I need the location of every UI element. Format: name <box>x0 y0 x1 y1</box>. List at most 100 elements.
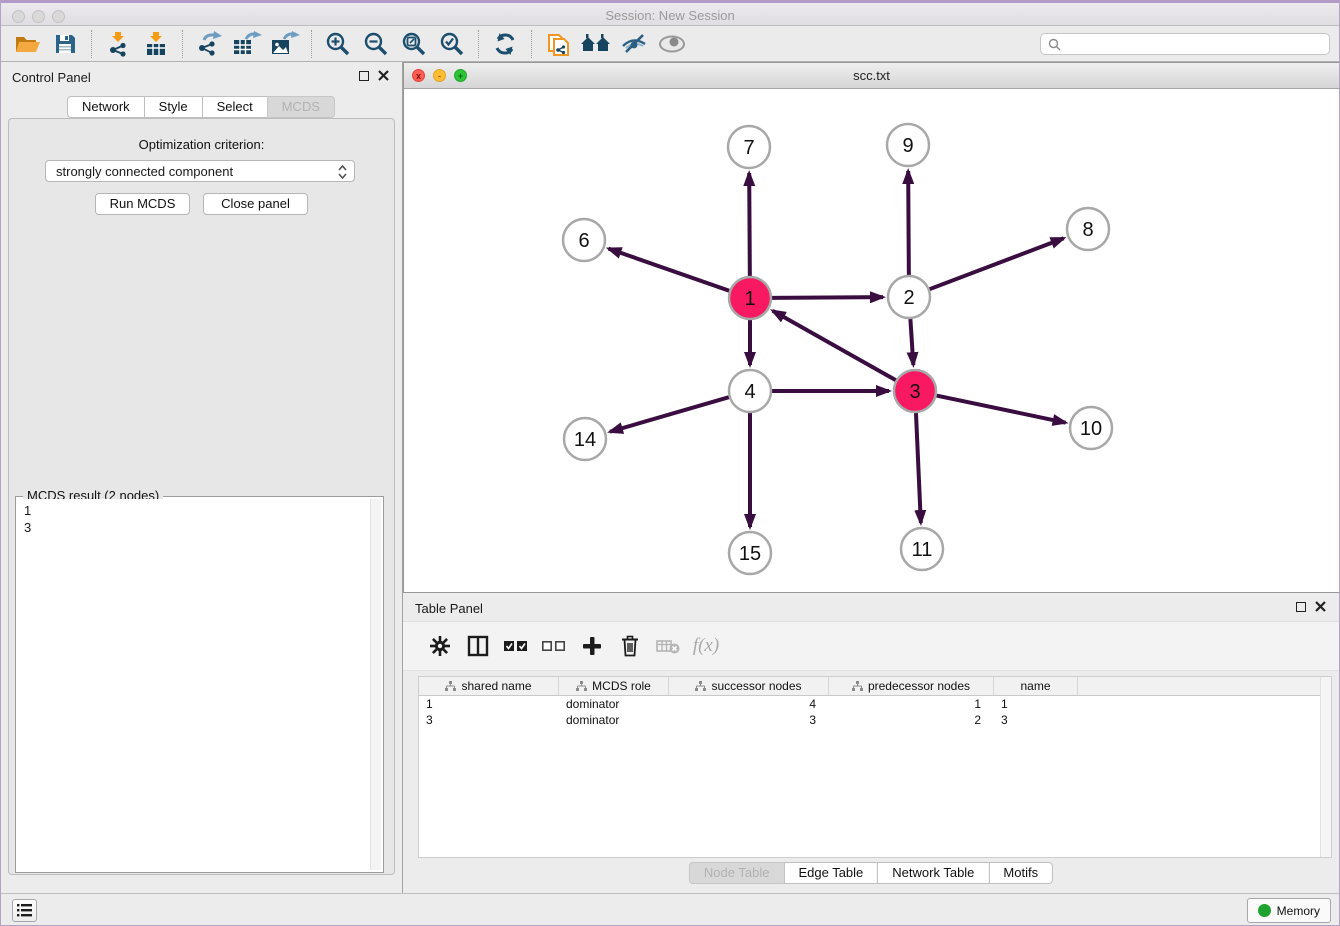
run-mcds-button[interactable]: Run MCDS <box>95 193 190 215</box>
toolbar-separator <box>531 30 532 58</box>
column-header-name[interactable]: name <box>994 677 1078 695</box>
chevron-up-down-icon <box>338 164 347 180</box>
column-header-label: successor nodes <box>711 679 801 693</box>
mcds-result-text[interactable]: 1 3 <box>18 499 370 870</box>
minimize-window-icon[interactable]: - <box>433 69 446 82</box>
cell-shared-name[interactable]: 1 <box>419 696 559 712</box>
mcds-result-box: MCDS result (2 nodes) 1 3 <box>15 496 384 873</box>
close-panel-icon[interactable] <box>378 70 389 81</box>
import-network-icon[interactable] <box>99 28 137 60</box>
tab-motifs[interactable]: Motifs <box>988 862 1053 884</box>
graph-node-1[interactable]: 1 <box>729 277 771 319</box>
table-row[interactable]: 3dominator323 <box>419 712 1331 728</box>
cell-MCDS-role[interactable]: dominator <box>559 712 669 728</box>
graph-node-14[interactable]: 14 <box>564 418 606 460</box>
edge-1-7[interactable] <box>749 173 750 276</box>
graph-node-9[interactable]: 9 <box>887 124 929 166</box>
settings-gear-icon[interactable] <box>421 629 459 663</box>
tab-network[interactable]: Network <box>67 96 145 118</box>
delete-column-icon[interactable] <box>611 629 649 663</box>
close-table-panel-icon[interactable] <box>1315 601 1326 612</box>
search-box[interactable] <box>1040 33 1330 55</box>
first-neighbors-icon[interactable] <box>577 28 615 60</box>
edge-1-6[interactable] <box>609 249 730 291</box>
show-all-icon[interactable] <box>653 28 691 60</box>
criterion-dropdown[interactable]: strongly connected component <box>45 160 355 182</box>
control-panel-tabs: NetworkStyleSelectMCDS <box>67 96 335 118</box>
column-selector-icon[interactable] <box>459 629 497 663</box>
graph-node-15[interactable]: 15 <box>729 532 771 574</box>
export-image-icon[interactable] <box>266 28 304 60</box>
network-canvas[interactable]: 7 9 6 8 1 2 4 3 14 10 15 11 <box>404 89 1339 592</box>
zoom-in-icon[interactable] <box>319 28 357 60</box>
toolbar-separator <box>478 30 479 58</box>
table-row[interactable]: 1dominator411 <box>419 696 1331 712</box>
export-network-icon[interactable] <box>190 28 228 60</box>
graph-node-4[interactable]: 4 <box>729 370 771 412</box>
float-table-panel-icon[interactable] <box>1296 602 1306 612</box>
close-window-icon[interactable]: x <box>412 69 425 82</box>
zoom-out-icon[interactable] <box>357 28 395 60</box>
svg-text:10: 10 <box>1080 418 1102 440</box>
svg-text:15: 15 <box>739 543 761 565</box>
edge-1-2[interactable] <box>772 297 883 298</box>
column-header-MCDS-role[interactable]: MCDS role <box>559 677 669 695</box>
cell-predecessor-nodes[interactable]: 2 <box>829 712 994 728</box>
graph-node-3[interactable]: 3 <box>894 370 936 412</box>
cell-MCDS-role[interactable]: dominator <box>559 696 669 712</box>
svg-text:11: 11 <box>912 539 933 561</box>
refresh-icon[interactable] <box>486 28 524 60</box>
graph-node-2[interactable]: 2 <box>888 276 930 318</box>
svg-text:14: 14 <box>574 429 596 451</box>
memory-button[interactable]: Memory <box>1247 898 1331 923</box>
mcds-result-scrollbar[interactable] <box>370 499 381 870</box>
cell-name[interactable]: 1 <box>994 696 1078 712</box>
graph-node-6[interactable]: 6 <box>563 219 605 261</box>
edge-4-14[interactable] <box>610 397 729 432</box>
tab-style[interactable]: Style <box>144 96 203 118</box>
tab-network-table[interactable]: Network Table <box>877 862 989 884</box>
cell-name[interactable]: 3 <box>994 712 1078 728</box>
add-column-icon[interactable] <box>573 629 611 663</box>
column-header-predecessor-nodes[interactable]: predecessor nodes <box>829 677 994 695</box>
graph-node-10[interactable]: 10 <box>1070 407 1112 449</box>
cell-successor-nodes[interactable]: 4 <box>669 696 829 712</box>
graph-node-8[interactable]: 8 <box>1067 208 1109 250</box>
float-panel-icon[interactable] <box>359 71 369 81</box>
edge-2-9[interactable] <box>908 171 909 275</box>
delete-table-icon[interactable] <box>649 629 687 663</box>
duplicate-network-icon[interactable] <box>539 28 577 60</box>
edge-3-10[interactable] <box>937 396 1066 423</box>
edge-3-1[interactable] <box>773 311 896 380</box>
open-session-icon[interactable] <box>8 28 46 60</box>
edge-2-8[interactable] <box>930 238 1064 289</box>
search-input[interactable] <box>1061 35 1329 53</box>
edge-2-3[interactable] <box>910 319 913 365</box>
table-scrollbar[interactable] <box>1320 677 1331 857</box>
zoom-selected-icon[interactable] <box>433 28 471 60</box>
zoom-window-icon[interactable]: + <box>454 69 467 82</box>
graph-node-7[interactable]: 7 <box>728 126 770 168</box>
tab-mcds[interactable]: MCDS <box>267 96 335 118</box>
column-header-shared-name[interactable]: shared name <box>419 677 559 695</box>
cell-successor-nodes[interactable]: 3 <box>669 712 829 728</box>
tab-select[interactable]: Select <box>202 96 268 118</box>
cell-predecessor-nodes[interactable]: 1 <box>829 696 994 712</box>
function-builder-icon[interactable]: f(x) <box>687 629 725 663</box>
graph-node-11[interactable]: 11 <box>901 528 943 570</box>
edge-3-11[interactable] <box>916 413 921 523</box>
tab-node-table[interactable]: Node Table <box>689 862 785 884</box>
import-table-icon[interactable] <box>137 28 175 60</box>
export-table-icon[interactable] <box>228 28 266 60</box>
tab-edge-table[interactable]: Edge Table <box>783 862 878 884</box>
column-header-successor-nodes[interactable]: successor nodes <box>669 677 829 695</box>
task-history-button[interactable] <box>12 899 37 922</box>
hide-selected-icon[interactable] <box>615 28 653 60</box>
cell-shared-name[interactable]: 3 <box>419 712 559 728</box>
deselect-all-checkboxes-icon[interactable] <box>535 629 573 663</box>
close-panel-button[interactable]: Close panel <box>203 193 308 215</box>
select-all-checkboxes-icon[interactable] <box>497 629 535 663</box>
zoom-fit-icon[interactable] <box>395 28 433 60</box>
save-session-icon[interactable] <box>46 28 84 60</box>
control-panel-header: Control Panel <box>0 62 402 92</box>
